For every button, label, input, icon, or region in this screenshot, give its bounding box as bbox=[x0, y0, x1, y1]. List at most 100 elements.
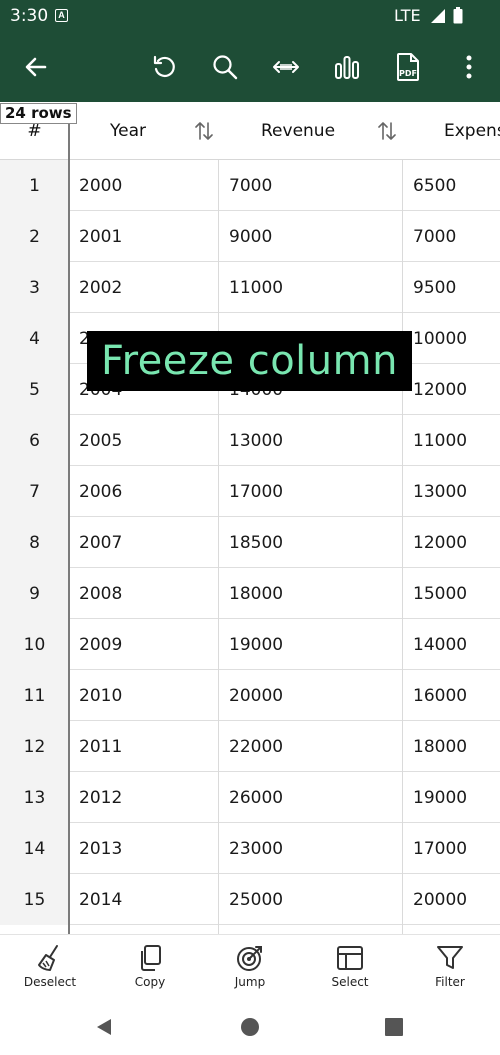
chart-icon[interactable] bbox=[329, 49, 365, 85]
expenses-cell[interactable]: 12000 bbox=[413, 364, 467, 415]
table-row[interactable]: 1 2000 7000 6500 bbox=[0, 160, 500, 211]
select-button[interactable]: Select bbox=[300, 935, 400, 1001]
expenses-cell[interactable]: 11000 bbox=[413, 415, 467, 466]
table-row[interactable]: 6 2005 13000 11000 bbox=[0, 415, 500, 466]
status-bar: 3:30 A LTE bbox=[0, 0, 500, 32]
pdf-label: PDF bbox=[399, 69, 417, 78]
nav-home-icon[interactable] bbox=[238, 1015, 262, 1039]
revenue-cell[interactable]: 11000 bbox=[229, 262, 283, 313]
table-row[interactable]: 12 2011 22000 18000 bbox=[0, 721, 500, 772]
action-label: Copy bbox=[134, 975, 166, 989]
action-bar: Deselect Copy Jump Select Filter bbox=[0, 934, 500, 1000]
data-table: # Year Revenue Expens 24 rows 1 2000 7000 6… bbox=[0, 102, 500, 934]
system-nav-bar bbox=[0, 1000, 500, 1055]
search-icon[interactable] bbox=[207, 49, 243, 85]
deselect-button[interactable]: Deselect bbox=[0, 935, 100, 1001]
table-row[interactable]: 9 2008 18000 15000 bbox=[0, 568, 500, 619]
revenue-cell[interactable]: 18500 bbox=[229, 517, 283, 568]
expenses-cell[interactable]: 14000 bbox=[413, 619, 467, 670]
revenue-cell[interactable]: 7000 bbox=[229, 160, 272, 211]
copy-button[interactable]: Copy bbox=[100, 935, 200, 1001]
revenue-cell[interactable]: 18000 bbox=[229, 568, 283, 619]
row-index-cell[interactable]: 2 bbox=[0, 211, 69, 262]
pdf-icon[interactable]: PDF bbox=[390, 49, 426, 85]
year-cell[interactable]: 2010 bbox=[79, 670, 122, 721]
year-cell[interactable]: 2011 bbox=[79, 721, 122, 772]
year-cell[interactable]: 2001 bbox=[79, 211, 122, 262]
revenue-cell[interactable]: 26000 bbox=[229, 772, 283, 823]
row-index-cell[interactable]: 7 bbox=[0, 466, 69, 517]
freeze-divider[interactable] bbox=[68, 124, 70, 934]
revenue-cell[interactable]: 17000 bbox=[229, 466, 283, 517]
revenue-cell[interactable]: 13000 bbox=[229, 415, 283, 466]
year-cell[interactable]: 2000 bbox=[79, 160, 122, 211]
expenses-cell[interactable]: 13000 bbox=[413, 466, 467, 517]
header-expenses[interactable]: Expens bbox=[444, 102, 500, 160]
year-cell[interactable]: 2012 bbox=[79, 772, 122, 823]
fit-width-icon[interactable] bbox=[268, 49, 304, 85]
row-index-cell[interactable]: 9 bbox=[0, 568, 69, 619]
row-index-cell[interactable]: 8 bbox=[0, 517, 69, 568]
nav-recents-icon[interactable] bbox=[382, 1015, 406, 1039]
expenses-cell[interactable]: 17000 bbox=[413, 823, 467, 874]
row-index-cell[interactable]: 6 bbox=[0, 415, 69, 466]
year-cell[interactable]: 2007 bbox=[79, 517, 122, 568]
expenses-cell[interactable]: 16000 bbox=[413, 670, 467, 721]
table-row[interactable]: 8 2007 18500 12000 bbox=[0, 517, 500, 568]
revenue-cell[interactable]: 9000 bbox=[229, 211, 272, 262]
table-row[interactable]: 14 2013 23000 17000 bbox=[0, 823, 500, 874]
expenses-cell[interactable]: 9500 bbox=[413, 262, 456, 313]
revenue-cell[interactable]: 20000 bbox=[229, 670, 283, 721]
revenue-cell[interactable]: 22000 bbox=[229, 721, 283, 772]
signal-icon bbox=[431, 9, 445, 23]
undo-icon[interactable] bbox=[146, 49, 182, 85]
table-row[interactable]: 3 2002 11000 9500 bbox=[0, 262, 500, 313]
year-cell[interactable]: 2009 bbox=[79, 619, 122, 670]
table-row[interactable]: 15 2014 25000 20000 bbox=[0, 874, 500, 925]
expenses-cell[interactable]: 18000 bbox=[413, 721, 467, 772]
table-row[interactable]: 10 2009 19000 14000 bbox=[0, 619, 500, 670]
back-icon[interactable] bbox=[18, 49, 54, 85]
expenses-cell[interactable]: 19000 bbox=[413, 772, 467, 823]
action-label: Deselect bbox=[23, 975, 77, 989]
row-index-cell[interactable]: 10 bbox=[0, 619, 69, 670]
filter-icon bbox=[437, 946, 463, 969]
year-cell[interactable]: 2002 bbox=[79, 262, 122, 313]
jump-button[interactable]: Jump bbox=[200, 935, 300, 1001]
sort-year-icon[interactable] bbox=[194, 120, 214, 142]
expenses-cell[interactable]: 10000 bbox=[413, 313, 467, 364]
row-index-cell[interactable]: 13 bbox=[0, 772, 69, 823]
action-label: Select bbox=[331, 975, 369, 989]
row-index-cell[interactable]: 11 bbox=[0, 670, 69, 721]
year-cell[interactable]: 2014 bbox=[79, 874, 122, 925]
expenses-cell[interactable]: 6500 bbox=[413, 160, 456, 211]
row-index-cell[interactable]: 14 bbox=[0, 823, 69, 874]
row-index-cell[interactable]: 4 bbox=[0, 313, 69, 364]
year-cell[interactable]: 2005 bbox=[79, 415, 122, 466]
year-cell[interactable]: 2013 bbox=[79, 823, 122, 874]
row-index-cell[interactable]: 12 bbox=[0, 721, 69, 772]
header-revenue[interactable]: Revenue bbox=[261, 102, 335, 160]
header-year[interactable]: Year bbox=[110, 102, 146, 160]
year-cell[interactable]: 2008 bbox=[79, 568, 122, 619]
revenue-cell[interactable]: 23000 bbox=[229, 823, 283, 874]
row-index-cell[interactable]: 5 bbox=[0, 364, 69, 415]
expenses-cell[interactable]: 15000 bbox=[413, 568, 467, 619]
table-row[interactable]: 2 2001 9000 7000 bbox=[0, 211, 500, 262]
filter-button[interactable]: Filter bbox=[400, 935, 500, 1001]
table-row[interactable]: 13 2012 26000 19000 bbox=[0, 772, 500, 823]
expenses-cell[interactable]: 7000 bbox=[413, 211, 456, 262]
year-cell[interactable]: 2006 bbox=[79, 466, 122, 517]
revenue-cell[interactable]: 19000 bbox=[229, 619, 283, 670]
row-index-cell[interactable]: 3 bbox=[0, 262, 69, 313]
expenses-cell[interactable]: 12000 bbox=[413, 517, 467, 568]
expenses-cell[interactable]: 20000 bbox=[413, 874, 467, 925]
revenue-cell[interactable]: 25000 bbox=[229, 874, 283, 925]
row-index-cell[interactable]: 15 bbox=[0, 874, 69, 925]
table-row[interactable]: 7 2006 17000 13000 bbox=[0, 466, 500, 517]
table-row[interactable]: 11 2010 20000 16000 bbox=[0, 670, 500, 721]
nav-back-icon[interactable] bbox=[92, 1015, 116, 1039]
more-icon[interactable] bbox=[451, 49, 487, 85]
sort-revenue-icon[interactable] bbox=[377, 120, 397, 142]
row-index-cell[interactable]: 1 bbox=[0, 160, 69, 211]
